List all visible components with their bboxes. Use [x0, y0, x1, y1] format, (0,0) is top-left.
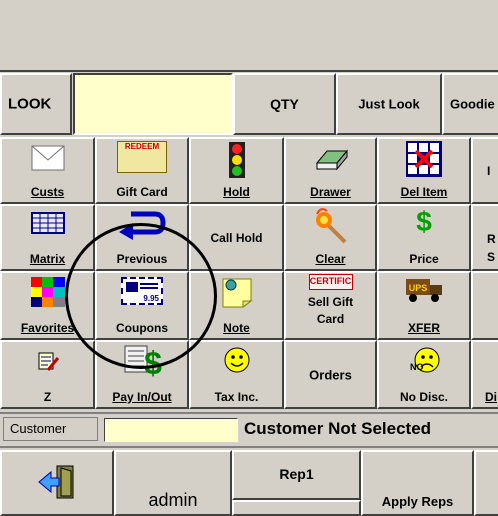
drawer-button[interactable]: Drawer: [284, 137, 377, 204]
price-label: Price: [409, 252, 439, 266]
no-disc-label: No Disc.: [399, 390, 448, 404]
custs-button[interactable]: Custs: [0, 137, 95, 204]
certific-text: CERTIFIC: [309, 276, 352, 286]
svg-text:$: $: [144, 345, 162, 378]
right-row2-label-line2: S: [487, 250, 496, 264]
note-button[interactable]: Note: [189, 271, 284, 340]
user-label: admin: [148, 490, 198, 510]
favorites-label: Favorites: [20, 321, 75, 335]
call-hold-button[interactable]: Call Hold: [189, 204, 284, 271]
redeem-text: REDEEM: [124, 142, 160, 151]
clear-label: Clear: [315, 252, 346, 266]
orders-button[interactable]: Orders: [284, 340, 377, 409]
sell-gift-card-label-line2: Card: [316, 312, 345, 326]
previous-button[interactable]: Previous: [95, 204, 189, 271]
tax-inc-label: Tax Inc.: [214, 390, 259, 404]
matrix-label: Matrix: [29, 252, 66, 266]
exit-door-icon: [38, 465, 74, 499]
redeem-card-icon: REDEEM: [117, 141, 167, 173]
del-item-label: Del Item: [400, 185, 448, 199]
envelope-icon: [31, 145, 64, 171]
rep-button-lower[interactable]: [232, 500, 361, 516]
right-row1-label: I: [487, 163, 491, 178]
look-button[interactable]: LOOK: [0, 73, 72, 135]
ups-text: UPS: [409, 283, 428, 293]
favorites-button[interactable]: Favorites: [0, 271, 95, 340]
xfer-button[interactable]: UPS XFER: [377, 271, 471, 340]
xfer-label: XFER: [407, 321, 440, 335]
hold-button[interactable]: Hold: [189, 137, 284, 204]
apply-reps-button[interactable]: Apply Reps: [361, 450, 474, 516]
note-label: Note: [223, 321, 250, 335]
coupons-label: Coupons: [116, 321, 168, 335]
sell-gift-card-label-line1: Sell Gift: [307, 295, 354, 309]
right-row4-label: Di: [485, 390, 497, 404]
right-row2-label-line1: R: [487, 232, 496, 246]
smiley-face-icon: [224, 347, 249, 373]
sad-face-icon: NO: [410, 347, 440, 373]
ups-truck-icon: UPS: [406, 279, 442, 302]
no-disc-button[interactable]: NO No Disc.: [377, 340, 471, 409]
qty-button[interactable]: QTY: [233, 73, 336, 135]
qty-label: QTY: [270, 96, 299, 112]
exit-button[interactable]: [0, 450, 114, 516]
apply-reps-label: Apply Reps: [381, 494, 454, 509]
tax-inc-button[interactable]: Tax Inc.: [189, 340, 284, 409]
grid-table-icon: [30, 212, 65, 234]
certificate-icon: CERTIFIC: [308, 274, 353, 290]
right-button-row3[interactable]: [471, 271, 498, 340]
traffic-light-icon: [228, 142, 245, 178]
coupon-price-text: 9.95: [143, 294, 159, 303]
delete-item-icon: [406, 141, 442, 177]
hold-label: Hold: [223, 185, 250, 199]
coupons-button[interactable]: 9.95 Coupons: [95, 271, 189, 340]
user-button[interactable]: admin: [114, 450, 232, 516]
just-look-button[interactable]: Just Look: [336, 73, 442, 135]
look-input[interactable]: [73, 73, 233, 135]
just-look-label: Just Look: [358, 96, 420, 112]
dollar-sign-icon: $: [416, 206, 432, 237]
pay-in-out-button[interactable]: $ Pay In/Out: [95, 340, 189, 409]
gift-card-label: Gift Card: [116, 185, 168, 199]
rep-button[interactable]: Rep1: [232, 450, 361, 500]
right-button-row1[interactable]: I: [471, 137, 498, 204]
orders-label: Orders: [309, 367, 352, 382]
z-button[interactable]: Z: [0, 340, 95, 409]
custs-label: Custs: [30, 185, 65, 199]
coupon-icon: 9.95: [121, 277, 163, 305]
drawer-label: Drawer: [310, 185, 351, 199]
call-hold-label: Call Hold: [210, 230, 263, 245]
right-bottom-button[interactable]: [474, 450, 498, 516]
right-button-row4[interactable]: Di: [471, 340, 498, 409]
look-label: LOOK: [8, 95, 52, 113]
price-button[interactable]: $ Price: [377, 204, 471, 271]
z-label: Z: [43, 390, 52, 404]
customer-status-text: Customer Not Selected: [244, 419, 432, 438]
gift-card-button[interactable]: REDEEM Gift Card: [95, 137, 189, 204]
right-button-row2[interactable]: R S: [471, 204, 498, 271]
match-fire-icon: [315, 208, 346, 244]
previous-label: Previous: [116, 252, 168, 266]
sell-gift-card-button[interactable]: CERTIFIC Sell Gift Card: [284, 271, 377, 340]
sticky-note-icon: [222, 278, 252, 308]
customer-label: Customer: [3, 417, 98, 441]
del-item-button[interactable]: Del Item: [377, 137, 471, 204]
rep-label: Rep1: [279, 466, 314, 482]
notepad-pencil-icon: [38, 352, 59, 371]
goodies-label: Goodie: [450, 96, 495, 112]
return-arrow-icon: [119, 211, 166, 240]
money-drawer-icon: [315, 149, 348, 171]
clear-button[interactable]: Clear: [284, 204, 377, 271]
matrix-button[interactable]: Matrix: [0, 204, 95, 271]
no-text: NO: [410, 362, 424, 372]
goodies-button[interactable]: Goodie: [442, 73, 498, 135]
color-tiles-icon: [30, 277, 65, 307]
pay-in-out-label: Pay In/Out: [112, 390, 172, 404]
cash-register-dollar-icon: $: [124, 345, 162, 378]
title-area: [0, 0, 498, 72]
customer-field[interactable]: [104, 418, 238, 442]
